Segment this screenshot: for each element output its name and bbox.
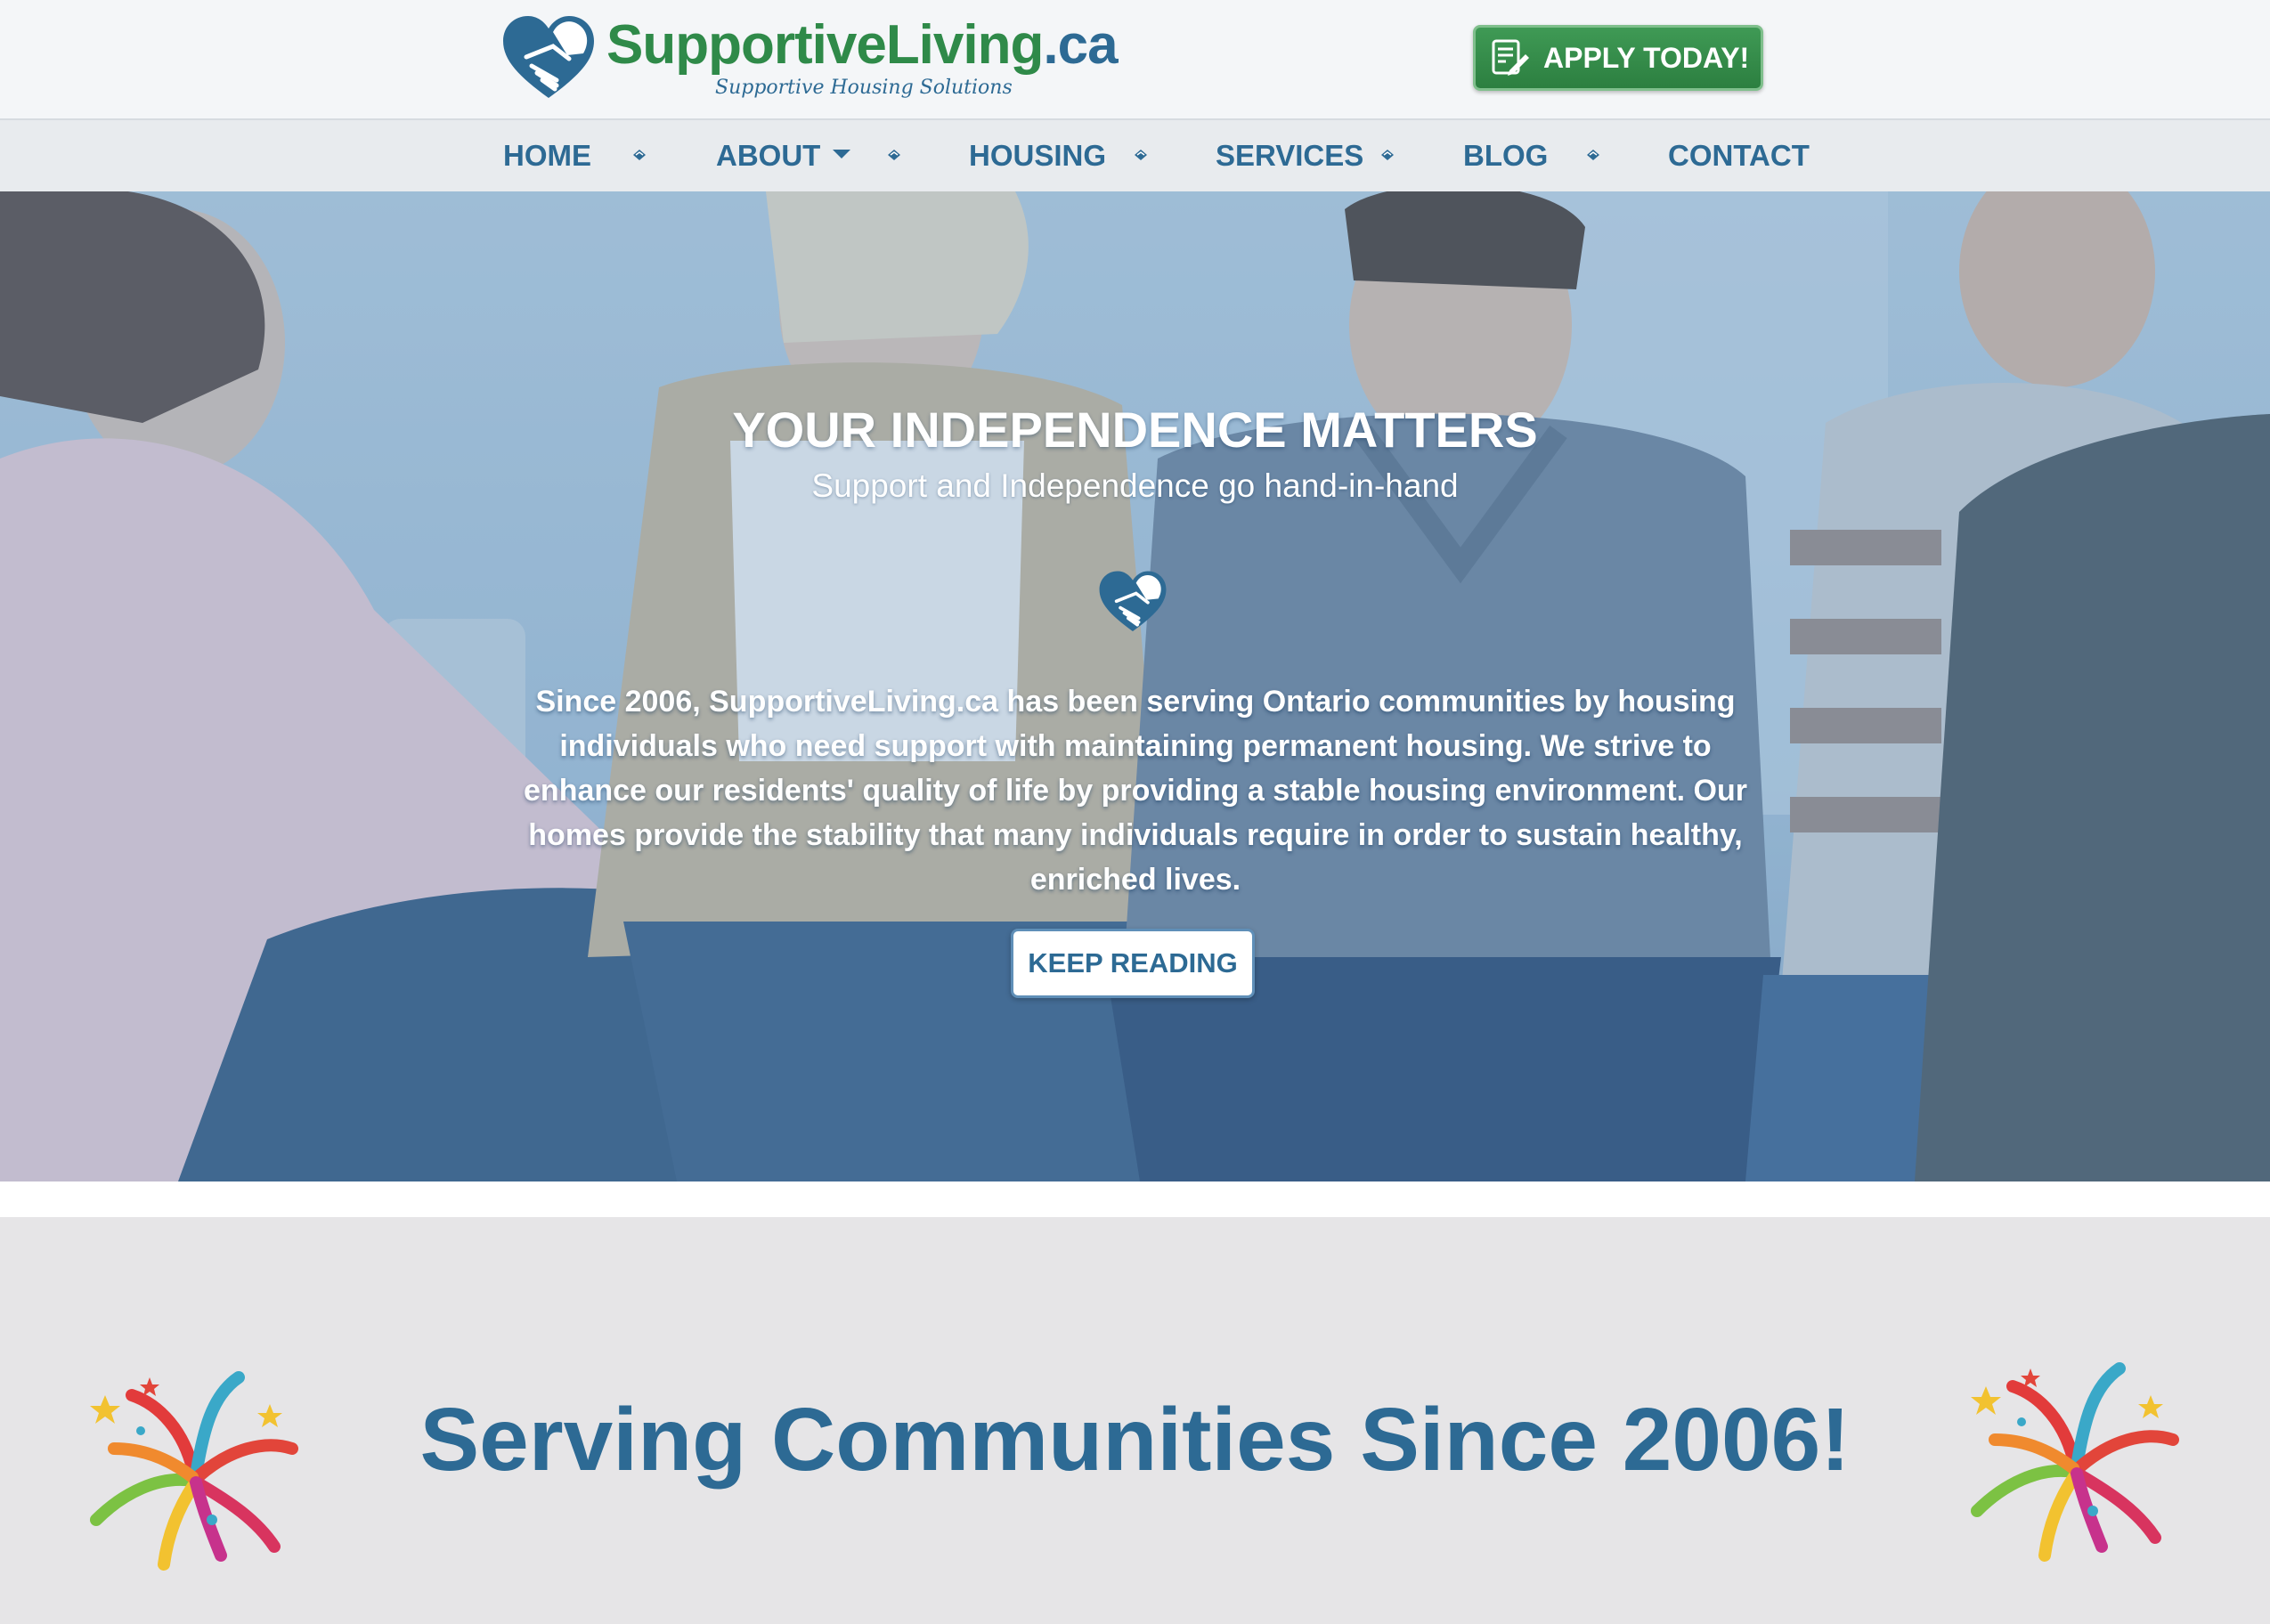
hero-description: Since 2006, SupportiveLiving.ca has been… (524, 685, 1747, 897)
nav-housing[interactable]: HOUSING (969, 138, 1106, 174)
site-header: SupportiveLiving.ca Supportive Housing S… (0, 0, 2270, 120)
diamond-separator-icon (1381, 150, 1394, 160)
apply-today-button[interactable]: APPLY TODAY! (1473, 25, 1763, 91)
anniversary-banner: Serving Communities Since 2006! (0, 1217, 2270, 1624)
logo-wordmark: SupportiveLiving.ca (606, 14, 1119, 76)
hero-title: YOUR INDEPENDENCE MATTERS (732, 402, 1538, 458)
heart-handshake-icon (503, 16, 594, 98)
keep-reading-button[interactable]: KEEP READING (1011, 929, 1255, 998)
diamond-separator-icon (888, 150, 900, 160)
site-logo[interactable]: SupportiveLiving.ca Supportive Housing S… (501, 14, 1119, 103)
diamond-separator-icon (1587, 150, 1599, 160)
nav-about[interactable]: ABOUT (716, 138, 851, 174)
main-nav: HOME ABOUT HOUSING SERVICES BLOG CONTACT (0, 120, 2270, 191)
hero-subtitle: Support and Independence go hand-in-hand (811, 467, 1459, 504)
logo-tagline: Supportive Housing Solutions (715, 77, 1013, 99)
nav-blog[interactable]: BLOG (1463, 138, 1548, 174)
diamond-separator-icon (1135, 150, 1147, 160)
diamond-separator-icon (633, 150, 646, 160)
chevron-down-icon (833, 150, 851, 159)
nav-services[interactable]: SERVICES (1216, 138, 1363, 174)
nav-about-label: ABOUT (716, 139, 821, 172)
hero-section: YOUR INDEPENDENCE MATTERS Support and In… (0, 191, 2270, 1181)
fireworks-icon (1971, 1362, 2179, 1562)
section-divider (0, 1181, 2270, 1217)
application-form-icon (1492, 39, 1529, 76)
nav-home[interactable]: HOME (503, 138, 591, 174)
banner-title: Serving Communities Since 2006! (419, 1390, 1851, 1490)
heart-handshake-icon (1099, 571, 1167, 632)
nav-contact[interactable]: CONTACT (1668, 138, 1810, 174)
apply-today-label: APPLY TODAY! (1543, 41, 1750, 74)
